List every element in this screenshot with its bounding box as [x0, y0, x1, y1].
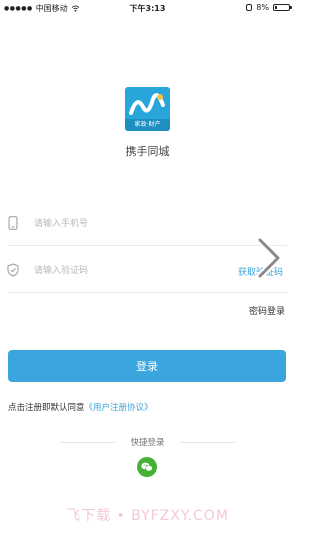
battery-icon [273, 4, 292, 11]
status-bar: ●●●●● 中国移动 下午3:13 8% [0, 0, 295, 16]
code-input[interactable] [34, 265, 204, 277]
phone-row [0, 214, 295, 236]
phone-divider [8, 245, 287, 246]
battery-percent: 8% [256, 3, 269, 12]
wechat-login-button[interactable] [137, 457, 157, 477]
quick-login-divider: 快捷登录 [0, 436, 295, 448]
logo-mark-icon [129, 93, 165, 115]
phone-icon [8, 216, 18, 230]
quick-line-right [180, 442, 235, 443]
app-name: 携手同城 [125, 145, 170, 158]
phone-input[interactable] [34, 218, 234, 230]
logo-caption: 家政·财产 [125, 119, 170, 131]
login-button[interactable]: 登录 [8, 350, 286, 382]
rotation-lock-icon [246, 4, 253, 11]
app-logo: 家政·财产 [125, 87, 170, 131]
code-divider [8, 292, 287, 293]
status-right: 8% [246, 3, 292, 12]
wechat-icon [141, 462, 153, 472]
shield-icon [7, 263, 19, 277]
agreement-prefix: 点击注册即默认同意 [8, 403, 85, 413]
agreement-link[interactable]: 《用户注册协议》 [85, 403, 153, 413]
next-arrow-icon[interactable] [250, 234, 290, 282]
quick-login-label: 快捷登录 [130, 438, 165, 448]
agreement-text: 点击注册即默认同意《用户注册协议》 [8, 401, 153, 413]
watermark: 飞下载 • BYFZXY.COM [66, 508, 229, 524]
password-login-link[interactable]: 密码登录 [249, 304, 285, 317]
